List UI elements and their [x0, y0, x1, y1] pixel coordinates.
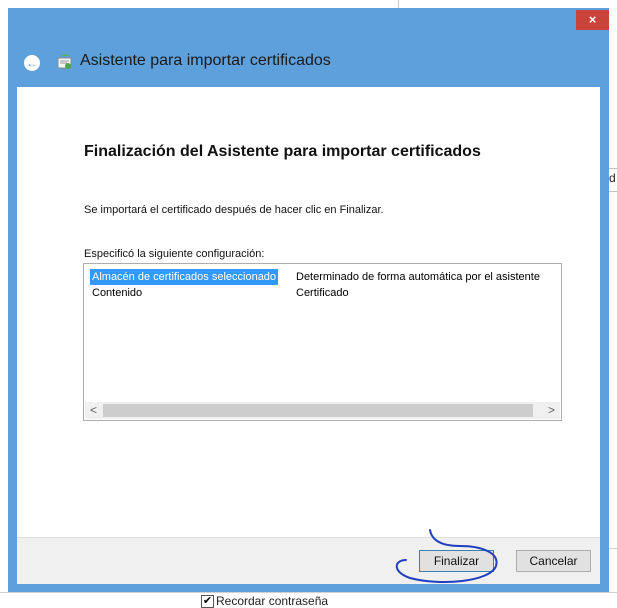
back-arrow-icon[interactable]: ←: [24, 55, 40, 71]
setting-name: Almacén de certificados seleccionado: [90, 269, 279, 285]
page-title: Finalización del Asistente para importar…: [84, 143, 481, 160]
list-item[interactable]: Contenido Certificado: [84, 285, 561, 301]
list-item[interactable]: Almacén de certificados seleccionado Det…: [84, 269, 561, 285]
scroll-right-icon[interactable]: >: [543, 402, 560, 419]
cancel-button[interactable]: Cancelar: [516, 550, 591, 572]
background-field-text: d: [609, 171, 616, 185]
wizard-content: Finalización del Asistente para importar…: [17, 87, 600, 584]
finish-button[interactable]: Finalizar: [419, 550, 494, 572]
setting-value: Certificado: [296, 287, 349, 299]
scroll-left-icon[interactable]: <: [85, 402, 102, 419]
close-icon: ×: [588, 12, 597, 27]
background-divider-bottom: [0, 592, 617, 593]
settings-label: Especificó la siguiente configuración:: [84, 248, 265, 260]
remember-password-label: Recordar contraseña: [216, 594, 329, 608]
info-text: Se importará el certificado después de h…: [84, 204, 384, 216]
import-certificate-wizard-window: × ← Asistente para importar certificados…: [8, 8, 609, 592]
remember-password-checkbox[interactable]: ✔: [201, 595, 214, 608]
button-bar: Finalizar Cancelar: [17, 537, 600, 584]
scrollbar-thumb[interactable]: [103, 404, 533, 417]
close-button[interactable]: ×: [576, 10, 609, 30]
setting-value: Determinado de forma automática por el a…: [296, 271, 540, 283]
window-title: Asistente para importar certificados: [80, 52, 331, 69]
certificate-icon: [57, 54, 72, 69]
setting-name: Contenido: [92, 287, 143, 299]
settings-list[interactable]: Almacén de certificados seleccionado Det…: [83, 263, 562, 421]
horizontal-scrollbar[interactable]: < >: [85, 402, 560, 419]
wizard-title-bar: ← Asistente para importar certificados: [8, 46, 609, 76]
